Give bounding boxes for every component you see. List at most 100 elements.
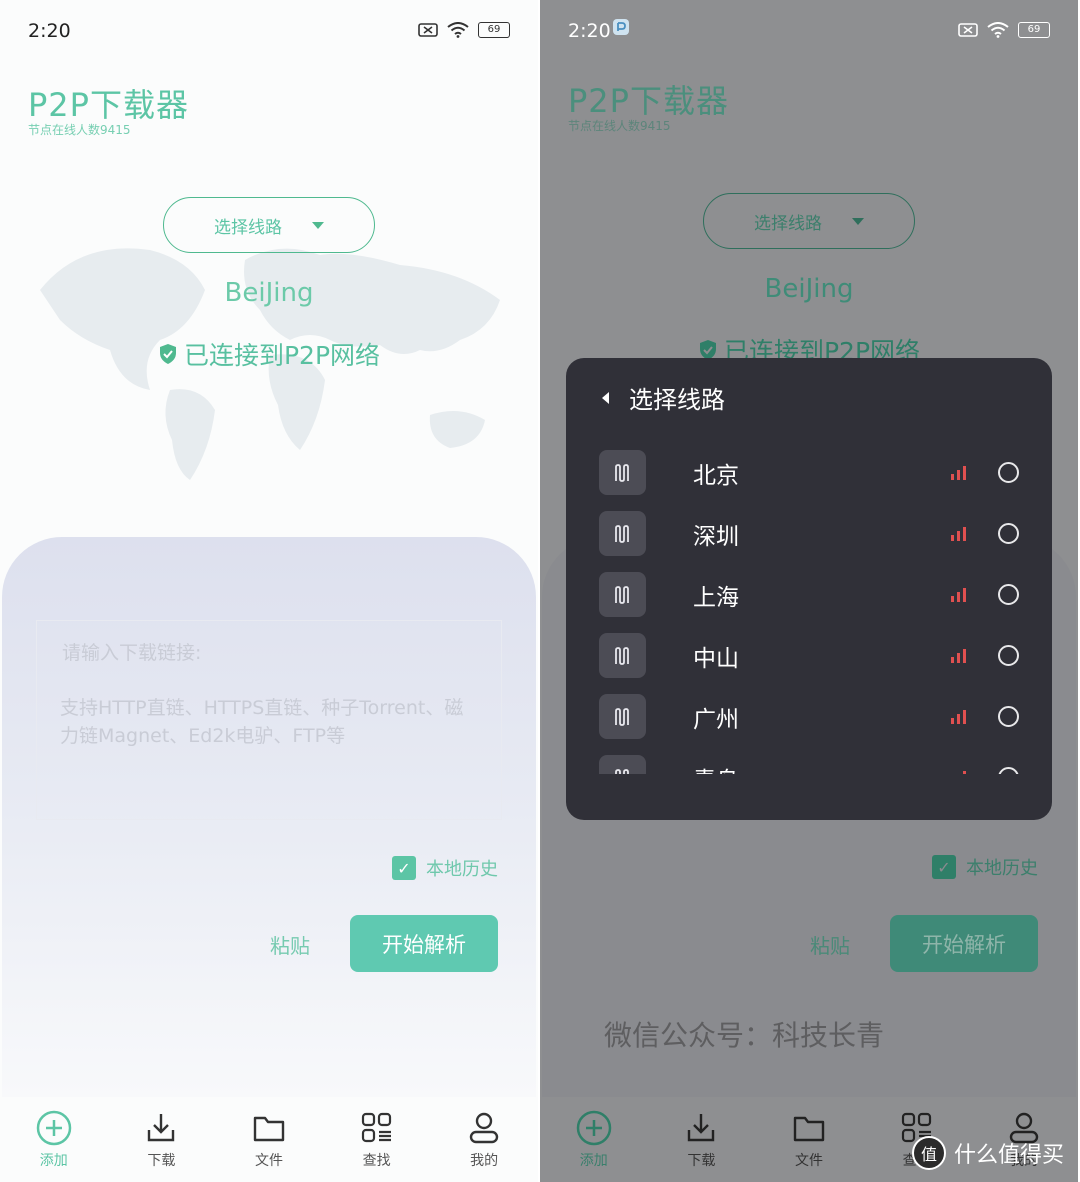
bottom-nav: 添加 下载 文件 查找 我的: [0, 1100, 538, 1182]
route-radio-button[interactable]: [998, 584, 1019, 605]
signal-strength-icon: [951, 649, 966, 663]
dropdown-arrow-icon: [852, 217, 864, 225]
nav-profile-label: 我的: [470, 1153, 499, 1169]
nav-download[interactable]: 下载: [108, 1100, 216, 1182]
watermark-text: 微信公众号：科技长青: [604, 1019, 885, 1052]
nav-profile[interactable]: 我的: [430, 1100, 538, 1182]
add-circle-icon: [576, 1110, 612, 1146]
shield-check-icon: [159, 344, 176, 364]
folder-icon: [253, 1116, 285, 1142]
route-option[interactable]: 北京: [566, 450, 1052, 511]
site-credit: 值 什么值得买: [911, 1136, 1064, 1170]
paste-button[interactable]: 粘贴: [810, 930, 850, 959]
current-city: BeiJing: [224, 278, 314, 308]
download-icon: [148, 1114, 175, 1142]
online-nodes-count: 节点在线人数9415: [28, 123, 131, 137]
silent-icon: [418, 23, 438, 37]
user-icon: [469, 1112, 499, 1144]
nav-search[interactable]: 查找: [323, 1100, 431, 1182]
dialog-title: 选择线路: [629, 386, 725, 414]
route-radio-button[interactable]: [998, 706, 1019, 727]
connection-status: 已连接到P2P网络: [0, 336, 538, 372]
folder-icon: [793, 1116, 825, 1142]
select-route-label: 选择线路: [754, 213, 822, 234]
dropdown-arrow-icon: [312, 221, 324, 229]
main-screen: 2:20 69 P2P下载器 节点在线人数9415 选择线路 BeiJing 已…: [0, 0, 538, 1182]
nav-add[interactable]: 添加: [0, 1100, 108, 1182]
local-history-checkbox[interactable]: ✓ 本地历史: [392, 855, 498, 881]
select-route-button[interactable]: 选择线路: [163, 197, 375, 253]
route-radio-button[interactable]: [998, 645, 1019, 666]
app-title: P2P下载器: [28, 86, 189, 124]
route-node-icon: [599, 450, 646, 495]
add-circle-icon: [36, 1110, 72, 1146]
back-arrow-icon[interactable]: [602, 391, 609, 404]
status-time: 2:20: [28, 20, 71, 42]
route-radio-button[interactable]: [998, 462, 1019, 483]
nav-add[interactable]: 添加: [540, 1100, 648, 1182]
checkbox-checked-icon: ✓: [392, 856, 416, 880]
route-name: 中山: [693, 646, 739, 672]
wifi-icon: [987, 22, 1009, 38]
route-radio-button[interactable]: [998, 523, 1019, 544]
route-option[interactable]: 中山: [566, 633, 1052, 694]
online-nodes-count: 节点在线人数9415: [568, 119, 671, 133]
signal-strength-icon: [951, 710, 966, 724]
nav-download-label: 下载: [147, 1153, 176, 1169]
route-name: 广州: [693, 707, 739, 733]
signal-strength-icon: [951, 588, 966, 602]
route-option[interactable]: 深圳: [566, 511, 1052, 572]
route-option[interactable]: 广州: [566, 694, 1052, 755]
start-parse-button[interactable]: 开始解析: [350, 915, 498, 972]
route-node-icon: [599, 511, 646, 556]
nav-add-label: 添加: [579, 1153, 608, 1169]
route-name: 深圳: [693, 524, 739, 550]
route-option[interactable]: 上海: [566, 572, 1052, 633]
local-history-label: 本地历史: [966, 858, 1038, 879]
signal-strength-icon: [951, 527, 966, 541]
select-route-label: 选择线路: [214, 217, 282, 238]
download-icon: [688, 1114, 715, 1142]
paste-button[interactable]: 粘贴: [270, 930, 310, 959]
grid-search-icon: [361, 1112, 391, 1143]
nav-download[interactable]: 下载: [648, 1100, 756, 1182]
nav-search-label: 查找: [362, 1153, 391, 1169]
signal-strength-icon: [963, 771, 966, 774]
battery-icon: 69: [478, 22, 510, 38]
local-history-checkbox[interactable]: ✓ 本地历史: [932, 854, 1038, 880]
local-history-label: 本地历史: [426, 859, 498, 880]
wifi-icon: [447, 22, 469, 38]
status-bar: 2:20 69: [0, 0, 538, 60]
route-option[interactable]: 青岛: [566, 755, 1052, 774]
route-node-icon: [599, 572, 646, 617]
nav-files-label: 文件: [254, 1153, 283, 1169]
battery-icon: 69: [1018, 22, 1050, 38]
nav-add-label: 添加: [39, 1153, 68, 1169]
nav-download-label: 下载: [687, 1153, 716, 1169]
nav-files[interactable]: 文件: [215, 1100, 323, 1182]
route-radio-button[interactable]: [998, 767, 1019, 774]
route-select-dialog: 选择线路 北京深圳上海中山广州青岛: [566, 358, 1052, 820]
silent-icon: [958, 23, 978, 37]
app-title: P2P下载器: [568, 82, 729, 120]
select-route-button[interactable]: 选择线路: [703, 193, 915, 249]
status-time: 2:20: [568, 20, 611, 42]
route-node-icon: [599, 694, 646, 739]
route-name: 北京: [693, 463, 739, 489]
route-select-screen: 2:20 69 P2P下载器 节点在线人数9415 选择线路 BeiJing 已…: [540, 0, 1078, 1182]
download-link-label: 请输入下载链接:: [62, 642, 202, 664]
checkbox-checked-icon: ✓: [932, 855, 956, 879]
connection-status-text: 已连接到P2P网络: [183, 341, 381, 370]
dialog-header[interactable]: 选择线路: [602, 380, 725, 415]
start-parse-button[interactable]: 开始解析: [890, 915, 1038, 972]
nav-files-label: 文件: [794, 1153, 823, 1169]
current-city: BeiJing: [764, 274, 854, 304]
status-bar: 2:20 69: [540, 0, 1078, 60]
nav-files[interactable]: 文件: [755, 1100, 863, 1182]
route-node-icon: [599, 755, 646, 774]
route-list[interactable]: 北京深圳上海中山广州青岛: [566, 450, 1052, 774]
app-notification-icon: [613, 19, 629, 35]
signal-strength-icon: [951, 466, 966, 480]
route-node-icon: [599, 633, 646, 678]
download-link-placeholder: 支持HTTP直链、HTTPS直链、种子Torrent、磁力链Magnet、Ed2…: [60, 697, 464, 747]
